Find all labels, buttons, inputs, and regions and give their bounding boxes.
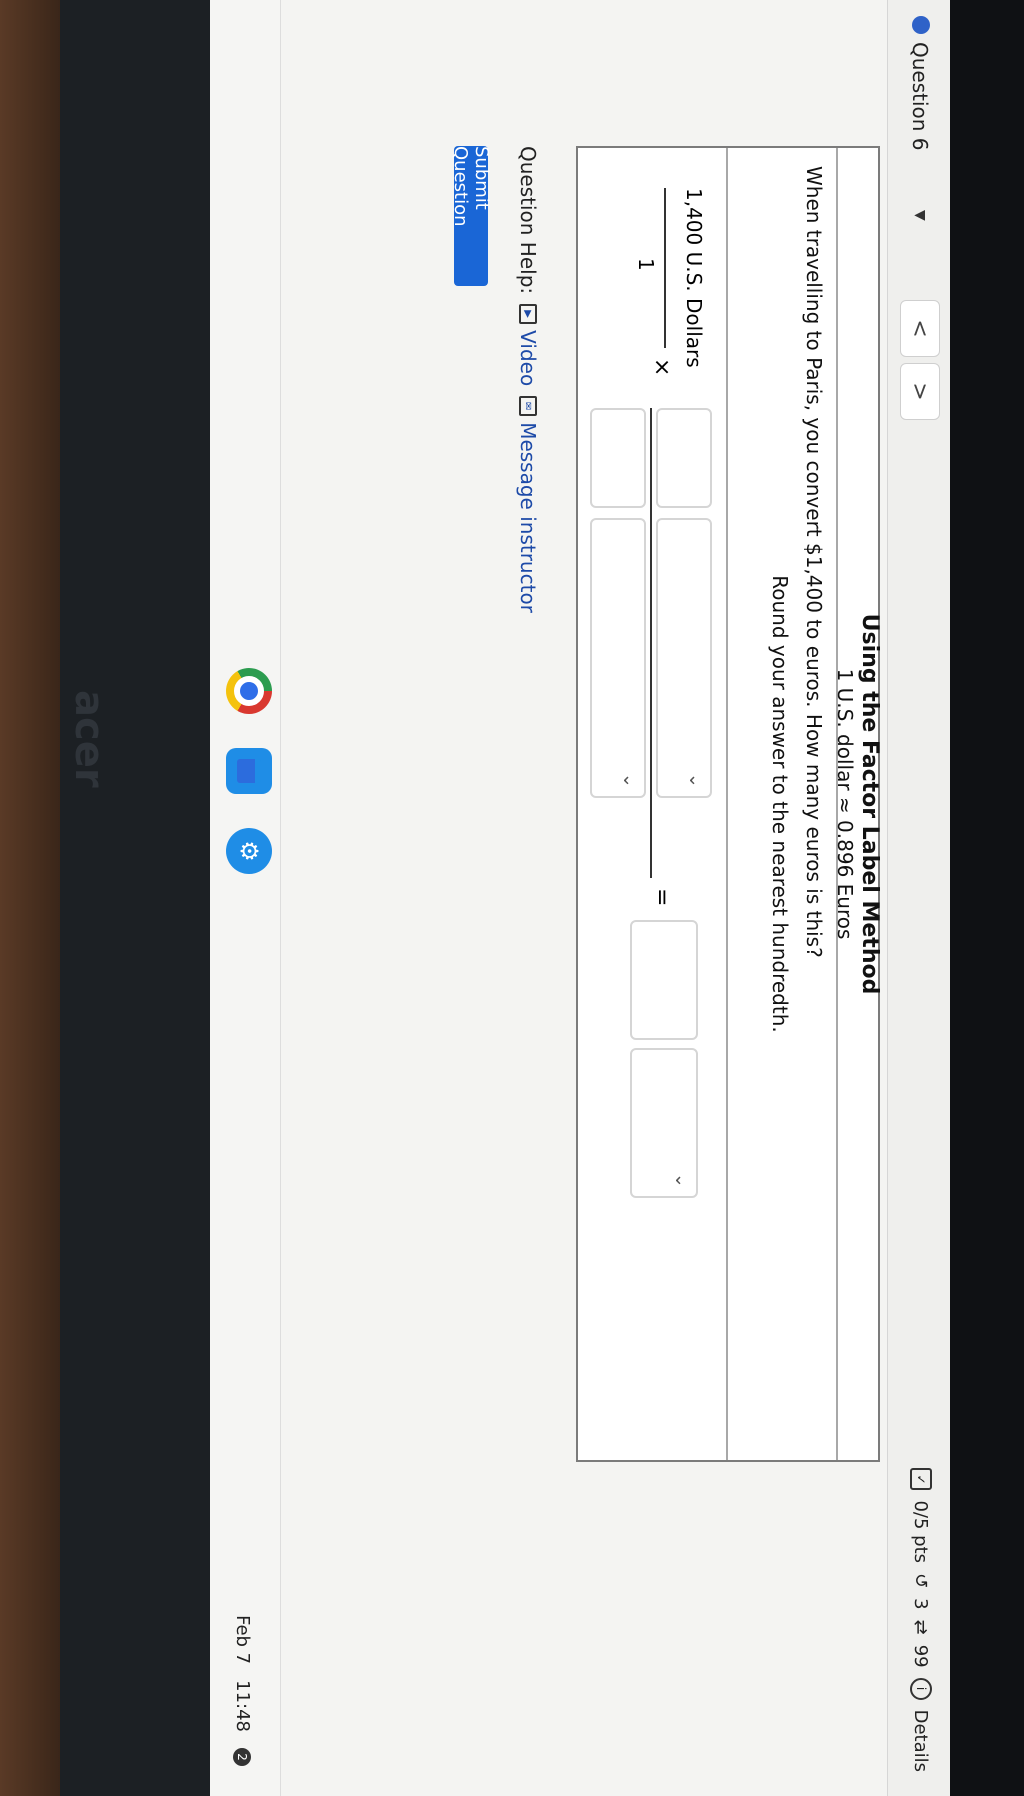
table-header: Using the Factor Label Method 1 U.S. dol… xyxy=(833,148,883,1460)
work-area: 1,400 U.S. Dollars 1 × = xyxy=(580,148,726,1460)
attempts-count: 3 xyxy=(910,1598,932,1610)
problem-table: Using the Factor Label Method 1 U.S. dol… xyxy=(576,146,883,1462)
video-link[interactable]: ▶ Video xyxy=(516,304,540,386)
conversion-rate: 1 U.S. dollar ≈ 0.896 Euros xyxy=(833,668,858,940)
video-icon: ▶ xyxy=(519,304,537,325)
answer-value-input[interactable] xyxy=(630,920,698,1040)
taskbar: ⚙ Feb 7 11:48 2 xyxy=(210,0,281,1796)
next-button[interactable]: > xyxy=(900,363,940,420)
question-bar: Question 6 ▼ < > ✓ 0/5 pts ↺ 3 ⇄ 99 i De… xyxy=(887,0,950,1796)
conversion-fraction xyxy=(590,408,712,878)
question-nav: < > xyxy=(900,300,940,420)
times-sign: × xyxy=(649,358,674,377)
score-value: 99 xyxy=(910,1644,932,1668)
numerator-value-input[interactable] xyxy=(656,408,712,508)
time-text: 11:48 xyxy=(232,1680,253,1732)
points-icon: ✓ xyxy=(910,1468,932,1491)
prev-button[interactable]: < xyxy=(900,300,940,357)
question-dropdown[interactable]: ▼ xyxy=(912,210,928,221)
submit-question-button[interactable]: Submit Question xyxy=(450,146,492,286)
system-tray: Feb 7 11:48 2 xyxy=(232,1615,253,1766)
prompt-text: When travelling to Paris, you convert $1… xyxy=(802,166,826,958)
points-area: ✓ 0/5 pts ↺ 3 ⇄ 99 i Details xyxy=(910,1468,932,1772)
given-denominator: 1 xyxy=(634,258,658,271)
question-text: When travelling to Paris, you convert $1… xyxy=(726,148,836,1460)
mail-icon: ✉ xyxy=(519,396,537,417)
files-icon[interactable] xyxy=(226,748,272,794)
denominator-unit-select[interactable] xyxy=(590,518,646,798)
round-instruction: Round your answer to the nearest hundred… xyxy=(768,575,792,1033)
date-text: Feb 7 xyxy=(232,1615,253,1665)
desk-edge xyxy=(0,0,60,1796)
question-help: Question Help: ▶ Video ✉ Message instruc… xyxy=(516,146,540,613)
laptop-bezel-left xyxy=(60,0,210,1796)
points-text: 0/5 pts xyxy=(910,1500,932,1564)
table-title: Using the Factor Label Method xyxy=(857,613,883,995)
notification-badge[interactable]: 2 xyxy=(233,1748,252,1766)
help-label: Question Help: xyxy=(516,146,540,295)
message-link-text: Message instructor xyxy=(516,422,540,613)
screen: Question 6 ▼ < > ✓ 0/5 pts ↺ 3 ⇄ 99 i De… xyxy=(210,0,950,1796)
numerator-unit-select[interactable] xyxy=(656,518,712,798)
message-instructor-link[interactable]: ✉ Message instructor xyxy=(516,396,540,613)
brand-logo: acer xyxy=(66,690,112,788)
video-link-text: Video xyxy=(516,330,540,387)
settings-icon[interactable]: ⚙ xyxy=(226,828,272,874)
status-dot-icon xyxy=(912,16,930,34)
conversion-fraction-line xyxy=(650,408,652,878)
details-icon[interactable]: i xyxy=(910,1677,932,1700)
attempts-icon: ↺ xyxy=(910,1573,932,1589)
chrome-icon[interactable] xyxy=(226,668,272,714)
given-value: 1,400 U.S. Dollars xyxy=(682,188,706,368)
question-label: Question 6 xyxy=(908,42,932,151)
details-link[interactable]: Details xyxy=(911,1710,932,1772)
denominator-value-input[interactable] xyxy=(590,408,646,508)
answer-unit-select[interactable] xyxy=(630,1048,698,1198)
score-icon: ⇄ xyxy=(910,1619,932,1635)
fraction-line xyxy=(664,188,666,348)
laptop-bezel-right xyxy=(950,0,1024,1796)
equals-sign: = xyxy=(649,888,674,907)
